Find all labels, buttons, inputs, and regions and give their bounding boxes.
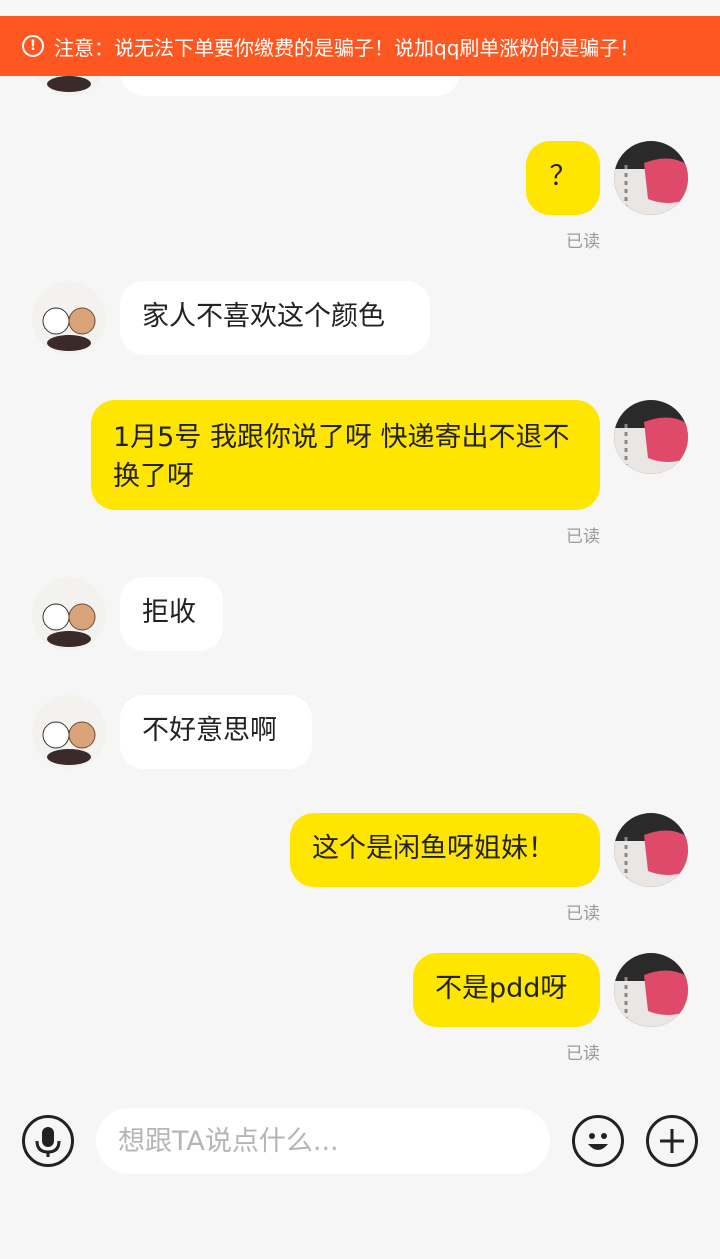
message-input[interactable] [96,1108,550,1174]
message-bubble-incoming[interactable]: 家人不喜欢这个颜色 [120,281,430,355]
warning-text: 注意：说无法下单要你缴费的是骗子！说加qq刷单涨粉的是骗子！ [54,35,640,60]
message-bubble-outgoing[interactable]: 这个是闲鱼呀姐妹！ [290,813,600,887]
alert-circle-icon: ! [22,35,44,57]
chat-area[interactable]: ？ 已读 家人不喜欢这个颜色 1月5号 我跟你说了呀 快递寄出不退不换了呀 已读… [0,0,720,1090]
message-text: 拒收 [142,597,196,628]
message-bubble-outgoing[interactable]: ？ [526,141,600,215]
message-text: 1月5号 我跟你说了呀 快递寄出不退不换了呀 [113,422,570,492]
contact-avatar[interactable] [32,695,106,769]
message-bubble-incoming[interactable]: 不好意思啊 [120,695,312,769]
message-text: 家人不喜欢这个颜色 [142,301,385,332]
user-avatar[interactable] [614,400,688,474]
microphone-icon[interactable] [22,1115,74,1167]
user-avatar[interactable] [614,141,688,215]
message-text: ？ [549,161,577,192]
read-receipt: 已读 [566,1044,600,1064]
message-bubble-incoming[interactable]: 拒收 [120,577,223,651]
contact-avatar[interactable] [32,577,106,651]
read-receipt: 已读 [566,904,600,924]
user-avatar[interactable] [614,813,688,887]
read-receipt: 已读 [566,527,600,547]
status-bar [0,0,720,15]
plus-icon[interactable] [646,1115,698,1167]
smiley-icon[interactable] [572,1115,624,1167]
message-text: 不是pdd呀 [435,973,568,1004]
message-text: 这个是闲鱼呀姐妹！ [312,833,555,864]
message-text: 不好意思啊 [142,715,277,746]
read-receipt: 已读 [566,232,600,252]
contact-avatar[interactable] [32,281,106,355]
user-avatar[interactable] [614,953,688,1027]
message-bubble-outgoing[interactable]: 1月5号 我跟你说了呀 快递寄出不退不换了呀 [91,400,600,510]
scam-warning-banner: ! 注意：说无法下单要你缴费的是骗子！说加qq刷单涨粉的是骗子！ [0,16,720,76]
message-bubble-outgoing[interactable]: 不是pdd呀 [413,953,600,1027]
